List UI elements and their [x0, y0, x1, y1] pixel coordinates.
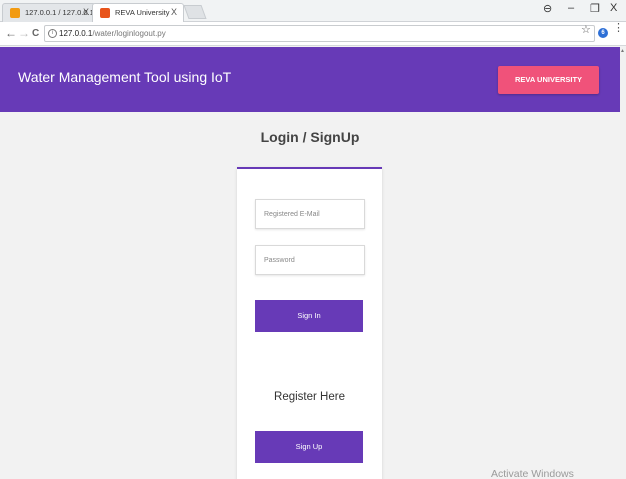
- extension-icon[interactable]: 6: [598, 28, 608, 38]
- reload-icon[interactable]: C: [32, 28, 39, 39]
- close-window-button[interactable]: X: [610, 2, 617, 14]
- tab-title: REVA University: [115, 8, 170, 17]
- app-header: Water Management Tool using IoT REVA UNI…: [0, 47, 620, 112]
- profile-icon[interactable]: ⊖: [543, 2, 552, 15]
- close-tab-icon[interactable]: X: [83, 7, 89, 17]
- close-tab-icon[interactable]: X: [171, 7, 177, 17]
- page-title: Login / SignUp: [260, 129, 360, 145]
- register-heading: Register Here: [274, 391, 345, 403]
- browser-tabstrip: 127.0.0.1 / 127.0.0.1 | php X REVA Unive…: [0, 0, 626, 22]
- reva-university-button[interactable]: REVA UNIVERSITY: [498, 66, 599, 94]
- email-field[interactable]: Registered E-Mail: [255, 199, 365, 229]
- reva-favicon-icon: [100, 8, 110, 18]
- minimize-button[interactable]: –: [568, 2, 574, 14]
- browser-menu-icon[interactable]: ⋮: [613, 23, 624, 34]
- forward-arrow-icon[interactable]: →: [18, 26, 30, 40]
- new-tab-button[interactable]: [183, 5, 207, 19]
- page-viewport: Water Management Tool using IoT REVA UNI…: [0, 47, 620, 479]
- tab-phpmyadmin[interactable]: 127.0.0.1 / 127.0.0.1 | php X: [2, 3, 96, 22]
- address-bar[interactable]: i 127.0.0.1/water/loginlogout.py: [44, 25, 595, 42]
- login-card: Registered E-Mail Password Sign In Regis…: [237, 167, 382, 479]
- sign-up-button[interactable]: Sign Up: [255, 431, 363, 463]
- scroll-up-arrow-icon[interactable]: ▲: [620, 48, 625, 54]
- url-path: /water/loginlogout.py: [92, 29, 166, 38]
- back-arrow-icon[interactable]: ←: [5, 26, 17, 40]
- tab-reva-university[interactable]: REVA University X: [92, 3, 184, 22]
- info-icon[interactable]: i: [48, 29, 57, 38]
- sign-in-button[interactable]: Sign In: [255, 300, 363, 332]
- page-scrollbar[interactable]: ▲: [620, 47, 626, 479]
- browser-toolbar: ← → C i 127.0.0.1/water/loginlogout.py ☆…: [0, 22, 626, 46]
- url-host: 127.0.0.1: [59, 29, 93, 38]
- activate-windows-watermark: Activate Windows: [491, 468, 574, 479]
- maximize-button[interactable]: ❐: [590, 2, 600, 15]
- app-title: Water Management Tool using IoT: [18, 69, 232, 85]
- password-field[interactable]: Password: [255, 245, 365, 275]
- bookmark-star-icon[interactable]: ☆: [581, 23, 591, 36]
- phpmyadmin-favicon-icon: [10, 8, 20, 18]
